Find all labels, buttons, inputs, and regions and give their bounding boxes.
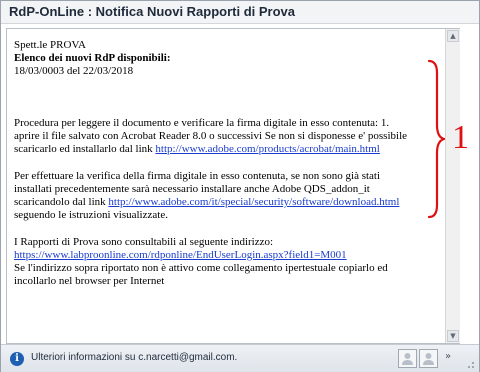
greeting: Spett.le PROVA: [14, 39, 86, 51]
person-icon: [423, 353, 434, 365]
signature-line-1: Per effettuare la verifica della firma d…: [14, 170, 381, 182]
person-icon: [402, 353, 413, 365]
status-bar: i Ulteriori informazioni su c.narcetti@g…: [1, 344, 479, 372]
message-content: Spett.le PROVA Elenco dei nuovi RdP disp…: [14, 39, 439, 339]
report-entry: 18/03/0003 del 22/03/2018: [14, 65, 134, 77]
annotation-number: 1: [452, 119, 469, 156]
access-line-2: Se l'indirizzo sopra riportato non è att…: [14, 262, 388, 274]
title-bar: RdP-OnLine : Notifica Nuovi Rapporti di …: [1, 1, 479, 24]
resize-grip-icon[interactable]: [463, 357, 475, 369]
procedure-line-3: scaricarlo ed installarlo dal link http:…: [14, 143, 439, 156]
rdponline-link[interactable]: https://www.labproonline.com/rdponline/E…: [14, 249, 347, 261]
signature-line-3: scaricandolo dal link http://www.adobe.c…: [14, 196, 439, 209]
chevron-double-right-icon[interactable]: »: [445, 351, 451, 362]
message-window: RdP-OnLine : Notifica Nuovi Rapporti di …: [0, 0, 480, 372]
procedure-line-1: Procedura per leggere il documento e ver…: [14, 117, 390, 129]
access-line-1: I Rapporti di Prova sono consultabili al…: [14, 236, 274, 248]
info-text[interactable]: Ulteriori informazioni su c.narcetti@gma…: [31, 352, 237, 363]
arrow-down-icon[interactable]: ▼: [447, 330, 459, 342]
adobe-download-link[interactable]: http://www.adobe.com/it/special/security…: [108, 196, 399, 208]
window-title: RdP-OnLine : Notifica Nuovi Rapporti di …: [9, 4, 296, 19]
signature-line-2: installati precedentemente sarà necessar…: [14, 183, 370, 195]
list-heading: Elenco dei nuovi RdP disponibili:: [14, 52, 171, 64]
access-line-3: incollarlo nel browser per Internet: [14, 275, 165, 287]
access-link-line: https://www.labproonline.com/rdponline/E…: [14, 249, 439, 262]
arrow-up-icon[interactable]: ▲: [447, 30, 459, 42]
signature-line-4: seguendo le istruzioni visualizzate.: [14, 209, 168, 221]
acrobat-link[interactable]: http://www.adobe.com/products/acrobat/ma…: [155, 143, 379, 155]
procedure-line-3-text: scaricarlo ed installarlo dal link: [14, 143, 156, 155]
signature-line-3-text: scaricandolo dal link: [14, 196, 109, 208]
info-icon: i: [10, 352, 24, 366]
vertical-scrollbar[interactable]: ▲ ▼: [445, 29, 460, 343]
contact-avatar[interactable]: [398, 349, 417, 368]
procedure-line-2: aprire il file salvato con Acrobat Reade…: [14, 130, 408, 142]
annotation-brace: [427, 59, 445, 219]
message-body[interactable]: Spett.le PROVA Elenco dei nuovi RdP disp…: [6, 28, 460, 344]
sender-avatar[interactable]: [419, 349, 438, 368]
